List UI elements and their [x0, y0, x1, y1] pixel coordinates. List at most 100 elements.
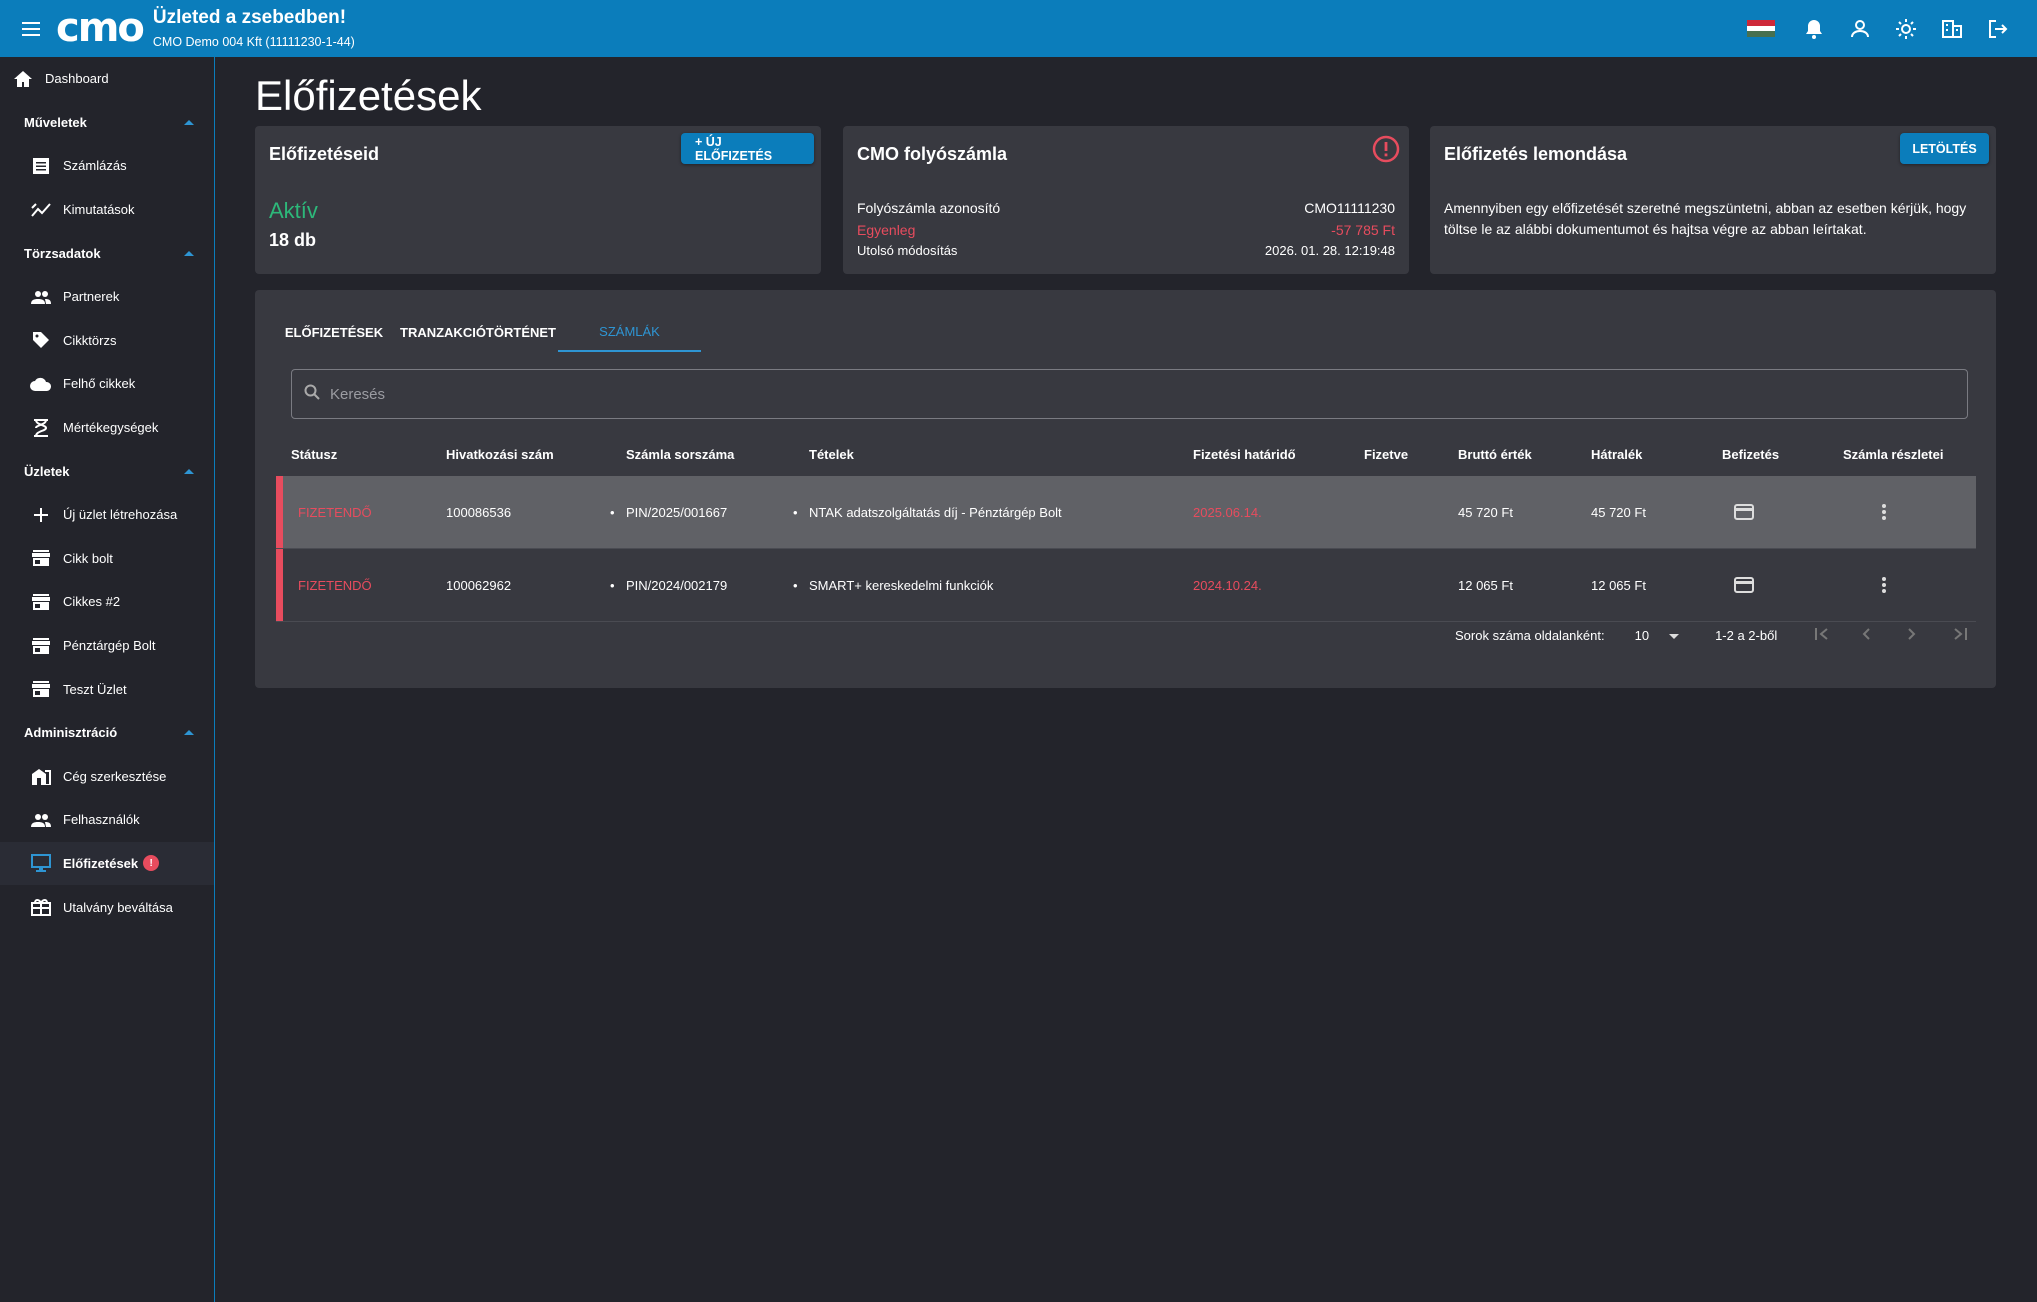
section-label: Üzletek [24, 463, 70, 479]
col-details[interactable]: Számla részletei [1843, 435, 1943, 475]
sidebar-section-admin[interactable]: Adminisztráció [0, 711, 214, 755]
col-items[interactable]: Tételek [809, 435, 854, 475]
sidebar-item-ceg[interactable]: Cég szerkesztése [0, 755, 214, 799]
rows-per-page-label: Sorok száma oldalanként: [1455, 627, 1605, 643]
sidebar-item-dashboard[interactable]: Dashboard [0, 57, 214, 101]
status-cell: FIZETENDŐ [298, 505, 372, 520]
gift-card-icon [29, 895, 53, 919]
card-title: Előfizetéseid [269, 144, 380, 164]
user-icon[interactable] [1847, 16, 1873, 42]
modified-label: Utolsó módosítás [857, 243, 958, 258]
col-paid[interactable]: Fizetve [1364, 435, 1408, 475]
sidebar-item-uj-uzlet[interactable]: Új üzlet létrehozása [0, 493, 214, 537]
rows-per-page-select[interactable]: 10 [1635, 628, 1680, 643]
tab-szamlak[interactable]: SZÁMLÁK [558, 312, 701, 352]
last-page-icon[interactable] [1953, 627, 1968, 643]
search-field[interactable] [291, 369, 1968, 419]
subscription-count: 18 db [269, 230, 317, 250]
table-row[interactable]: FIZETENDŐ 100086536 PIN/2025/001667 NTAK… [276, 476, 1976, 549]
people-icon [29, 285, 53, 309]
account-id-row: Folyószámla azonosító CMO11111230 [857, 200, 1395, 216]
sidebar-item-kimutatasok[interactable]: Kimutatások [0, 188, 214, 232]
download-button[interactable]: LETÖLTÉS [1900, 133, 1989, 164]
menu-icon[interactable] [6, 0, 56, 57]
first-page-icon[interactable] [1815, 627, 1829, 643]
sidebar-item-cikkes-2[interactable]: Cikkes #2 [0, 580, 214, 624]
sidebar-item-cikktorzs[interactable]: Cikktörzs [0, 319, 214, 363]
people-icon [29, 808, 53, 832]
sidebar-item-szamlazas[interactable]: Számlázás [0, 144, 214, 188]
sidebar-section-muveletek[interactable]: Műveletek [0, 101, 214, 145]
sidebar-item-penztargep-bolt[interactable]: Pénztárgép Bolt [0, 624, 214, 668]
sidebar-item-label: Partnerek [63, 289, 120, 305]
section-label: Adminisztráció [24, 725, 118, 741]
home-icon [11, 67, 35, 91]
sidebar-item-label: Teszt Üzlet [63, 681, 127, 697]
sidebar-item-felho[interactable]: Felhő cikkek [0, 362, 214, 406]
gross-cell: 12 065 Ft [1458, 578, 1513, 593]
modified-value: 2026. 01. 28. 12:19:48 [1264, 243, 1395, 258]
col-payment[interactable]: Befizetés [1722, 435, 1779, 475]
col-remaining[interactable]: Hátralék [1591, 435, 1642, 475]
top-app-bar: cmo Üzleted a zsebedben! CMO Demo 004 Kf… [0, 0, 2037, 57]
alert-circle-icon[interactable] [1372, 135, 1400, 168]
col-due[interactable]: Fizetési határidő [1193, 435, 1296, 475]
bell-icon[interactable] [1801, 16, 1827, 42]
hourglass-icon [29, 416, 53, 440]
company-edit-icon [29, 764, 53, 788]
col-status[interactable]: Státusz [291, 435, 337, 475]
app-brand: Üzleted a zsebedben! CMO Demo 004 Kft (1… [153, 7, 355, 51]
table-row[interactable]: FIZETENDŐ 100062962 PIN/2024/002179 SMAR… [276, 549, 1976, 622]
col-gross[interactable]: Bruttó érték [1458, 435, 1532, 475]
more-vert-icon[interactable] [1881, 502, 1887, 525]
tab-tranzakciotortenet[interactable]: TRANZAKCIÓTÖRTÉNET [398, 312, 558, 352]
next-page-icon[interactable] [1907, 627, 1917, 643]
sidebar-section-torzsadatok[interactable]: Törzsadatok [0, 231, 214, 275]
credit-card-icon[interactable] [1734, 577, 1754, 596]
sidebar-item-mertekegysegek[interactable]: Mértékegységek [0, 406, 214, 450]
more-vert-icon[interactable] [1881, 575, 1887, 598]
sidebar-item-label: Pénztárgép Bolt [63, 638, 156, 654]
section-label: Műveletek [24, 114, 87, 130]
search-input[interactable] [330, 385, 1827, 403]
prev-page-icon[interactable] [1861, 627, 1871, 643]
sidebar-item-teszt-uzlet[interactable]: Teszt Üzlet [0, 667, 214, 711]
sidebar-item-cikk-bolt[interactable]: Cikk bolt [0, 537, 214, 581]
col-invoice[interactable]: Számla sorszáma [626, 435, 734, 475]
invoice-cell: PIN/2024/002179 [610, 549, 727, 622]
logout-icon[interactable] [1985, 16, 2011, 42]
ref-cell: 100086536 [446, 505, 512, 520]
page-range: 1-2 a 2-ből [1715, 627, 1778, 643]
sidebar-item-utalvany[interactable]: Utalvány beváltása [0, 885, 214, 929]
account-card: CMO folyószámla Folyószámla azonosító CM… [843, 126, 1409, 274]
remaining-cell: 45 720 Ft [1591, 505, 1646, 520]
sidebar-section-uzletek[interactable]: Üzletek [0, 449, 214, 493]
table-header: Státusz Hivatkozási szám Számla sorszáma… [291, 435, 1984, 475]
sidebar-item-label: Új üzlet létrehozása [63, 507, 178, 523]
new-subscription-button[interactable]: + ÚJ ELŐFIZETÉS [681, 133, 814, 164]
pagination: Sorok száma oldalanként: 10 1-2 a 2-ből [1455, 620, 1968, 650]
store-icon [29, 634, 53, 658]
credit-card-icon[interactable] [1734, 504, 1754, 523]
due-cell: 2025.06.14. [1193, 505, 1262, 520]
cmo-logo[interactable]: cmo [56, 0, 145, 57]
sidebar-item-felhasznalok[interactable]: Felhasználók [0, 798, 214, 842]
sidebar-item-label: Utalvány beváltása [63, 899, 173, 915]
sidebar-item-label: Dashboard [45, 71, 109, 87]
tab-elofizetesek[interactable]: ELŐFIZETÉSEK [270, 312, 398, 352]
sidebar-item-label: Számlázás [63, 158, 127, 174]
sidebar-item-label: Cég szerkesztése [63, 768, 167, 784]
theme-sun-icon[interactable] [1893, 16, 1919, 42]
col-ref[interactable]: Hivatkozási szám [446, 435, 554, 475]
tag-icon [29, 328, 53, 352]
status-indicator [276, 476, 283, 548]
status-active: Aktív [269, 198, 318, 223]
building-icon[interactable] [1939, 16, 1965, 42]
sidebar-item-partnerek[interactable]: Partnerek [0, 275, 214, 319]
hungarian-flag-icon[interactable] [1747, 20, 1775, 38]
sidebar-item-elofizetesek[interactable]: Előfizetések ! [0, 841, 214, 886]
status-cell: FIZETENDŐ [298, 578, 372, 593]
status-indicator [276, 549, 283, 621]
app-title: Üzleted a zsebedben! [152, 6, 347, 28]
section-label: Törzsadatok [24, 245, 101, 261]
